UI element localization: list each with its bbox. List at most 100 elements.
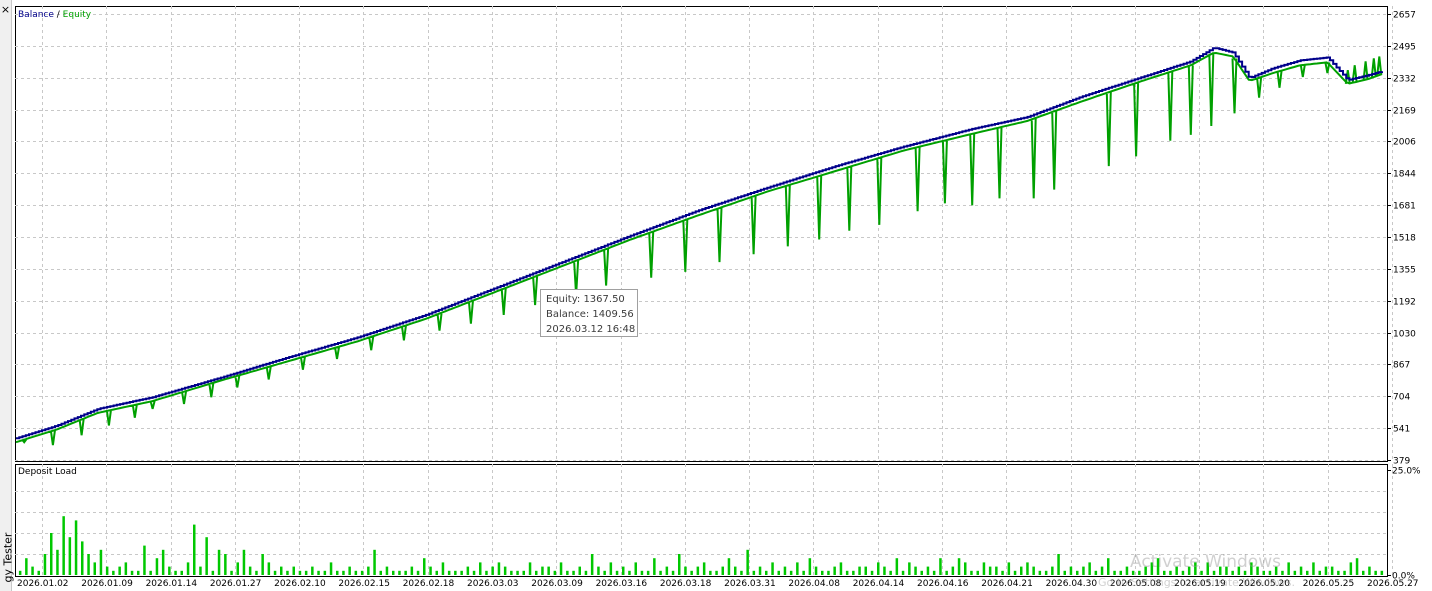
deposit-load-bar [18,570,22,575]
activate-windows-watermark: Activate Windows [1130,552,1281,572]
deposit-load-bar [1007,562,1011,575]
deposit-load-bar [236,562,239,575]
deposit-load-bar [1107,558,1110,575]
deposit-load-bar [802,570,805,575]
deposit-load-bar [547,566,550,575]
deposit-load-bar [727,558,731,575]
deposit-load-bar [31,566,34,575]
deposit-load-bar [783,566,787,575]
x-tick-label: 2026.03.18 [660,579,712,589]
deposit-load-bar [702,562,706,575]
x-tick-label: 2026.01.27 [210,579,262,589]
deposit-load-bar [690,570,693,575]
deposit-load-bar [398,570,401,575]
deposit-load-bar [174,570,177,575]
deposit-load-bar [597,566,600,575]
x-tick-label: 2026.02.15 [338,579,390,589]
x-tick-label: 2026.04.14 [853,579,905,589]
deposit-load-bar [932,570,936,575]
deposit-load-bar [995,566,998,575]
deposit-load-bar [634,562,637,575]
deposit-load-bar [25,558,28,575]
deposit-load-bar [336,570,339,575]
deposit-load-bar [491,566,494,575]
deposit-load-bar [354,570,358,575]
deposit-load-bar [858,566,861,575]
deposit-load-bar [416,570,420,575]
load-y-tick-label: 25.0% [1392,467,1421,477]
deposit-load-bar [839,562,843,575]
y-tick-label: 867 [1393,361,1410,371]
y-tick-label: 704 [1393,393,1410,403]
deposit-load-bar [137,570,140,575]
deposit-load-bar [1281,570,1284,575]
deposit-load-bar [485,570,488,575]
deposit-load-bar [74,520,78,575]
deposit-load-bar [186,562,190,575]
deposit-load-bar [1380,570,1384,575]
activate-windows-subtitle: Go to Settings to activate Windows. [1098,576,1296,589]
deposit-load-bar [429,566,432,575]
y-tick-label: 379 [1393,457,1410,467]
deposit-load-bar [1069,566,1073,575]
deposit-load-bar [348,566,351,575]
deposit-load-bar [1293,570,1297,575]
deposit-load-bar [503,566,507,575]
deposit-load-bar [286,570,289,575]
y-tick-label: 1844 [1393,170,1416,180]
x-tick-label: 2026.03.31 [724,579,776,589]
deposit-load-bar [814,566,818,575]
deposit-load-bar [1038,570,1042,575]
deposit-load-bar [566,570,569,575]
deposit-load-bar [678,554,681,575]
deposit-load-bar [895,558,899,575]
deposit-load-bar [1026,562,1029,575]
deposit-load-bar [970,570,973,575]
x-tick-label: 2026.04.30 [1046,579,1098,589]
deposit-load-bar [1318,570,1321,575]
deposit-load-bar [590,554,594,575]
y-tick-label: 2332 [1393,75,1416,85]
x-tick-label: 2026.01.14 [146,579,198,589]
deposit-load-bar [982,562,986,575]
x-tick-label: 2026.02.18 [403,579,455,589]
y-tick-label: 2495 [1393,43,1416,53]
deposit-load-bar [833,566,836,575]
deposit-load-bar [149,570,152,575]
deposit-load-bar [423,558,426,575]
x-tick-label: 2026.03.16 [596,579,648,589]
deposit-load-bar [211,570,215,575]
y-tick-label: 1518 [1393,234,1416,244]
tooltip-equity: Equity: 1367.50 [546,294,625,305]
deposit-load-bar [1001,570,1004,575]
deposit-load-bar [622,566,625,575]
x-tick-label: 2026.04.08 [788,579,840,589]
deposit-load-bar [87,554,90,575]
deposit-load-bar [988,566,992,575]
chart-canvas[interactable]: 2657 2495 2332 2169 2006 1844 1681 1518 1355 1192… [0,0,1432,591]
deposit-load-bar [1020,566,1023,575]
deposit-load-bar [510,570,513,575]
deposit-load-bar [684,566,687,575]
legend: Balance / Equity [18,10,92,20]
deposit-load-bar [516,570,519,575]
x-tick-label: 2026.05.25 [1303,579,1355,589]
legend-separator: / [54,10,63,20]
deposit-load-bar [870,570,874,575]
deposit-load-bar [1362,570,1365,575]
deposit-load-bar [255,570,258,575]
deposit-load-bar [771,562,774,575]
deposit-load-bar [964,562,967,575]
deposit-load-bar [646,570,650,575]
deposit-load-bar [883,566,886,575]
deposit-load-bar [827,570,830,575]
deposit-load-bar [951,566,955,575]
x-tick-label: 2026.01.02 [17,579,69,589]
deposit-load-bar [479,562,482,575]
deposit-load-bar [367,566,370,575]
deposit-load-bar [280,566,283,575]
deposit-load-bar [304,570,308,575]
deposit-load-bar [230,570,233,575]
deposit-load-bar [584,570,588,575]
legend-balance: Balance [18,10,54,20]
